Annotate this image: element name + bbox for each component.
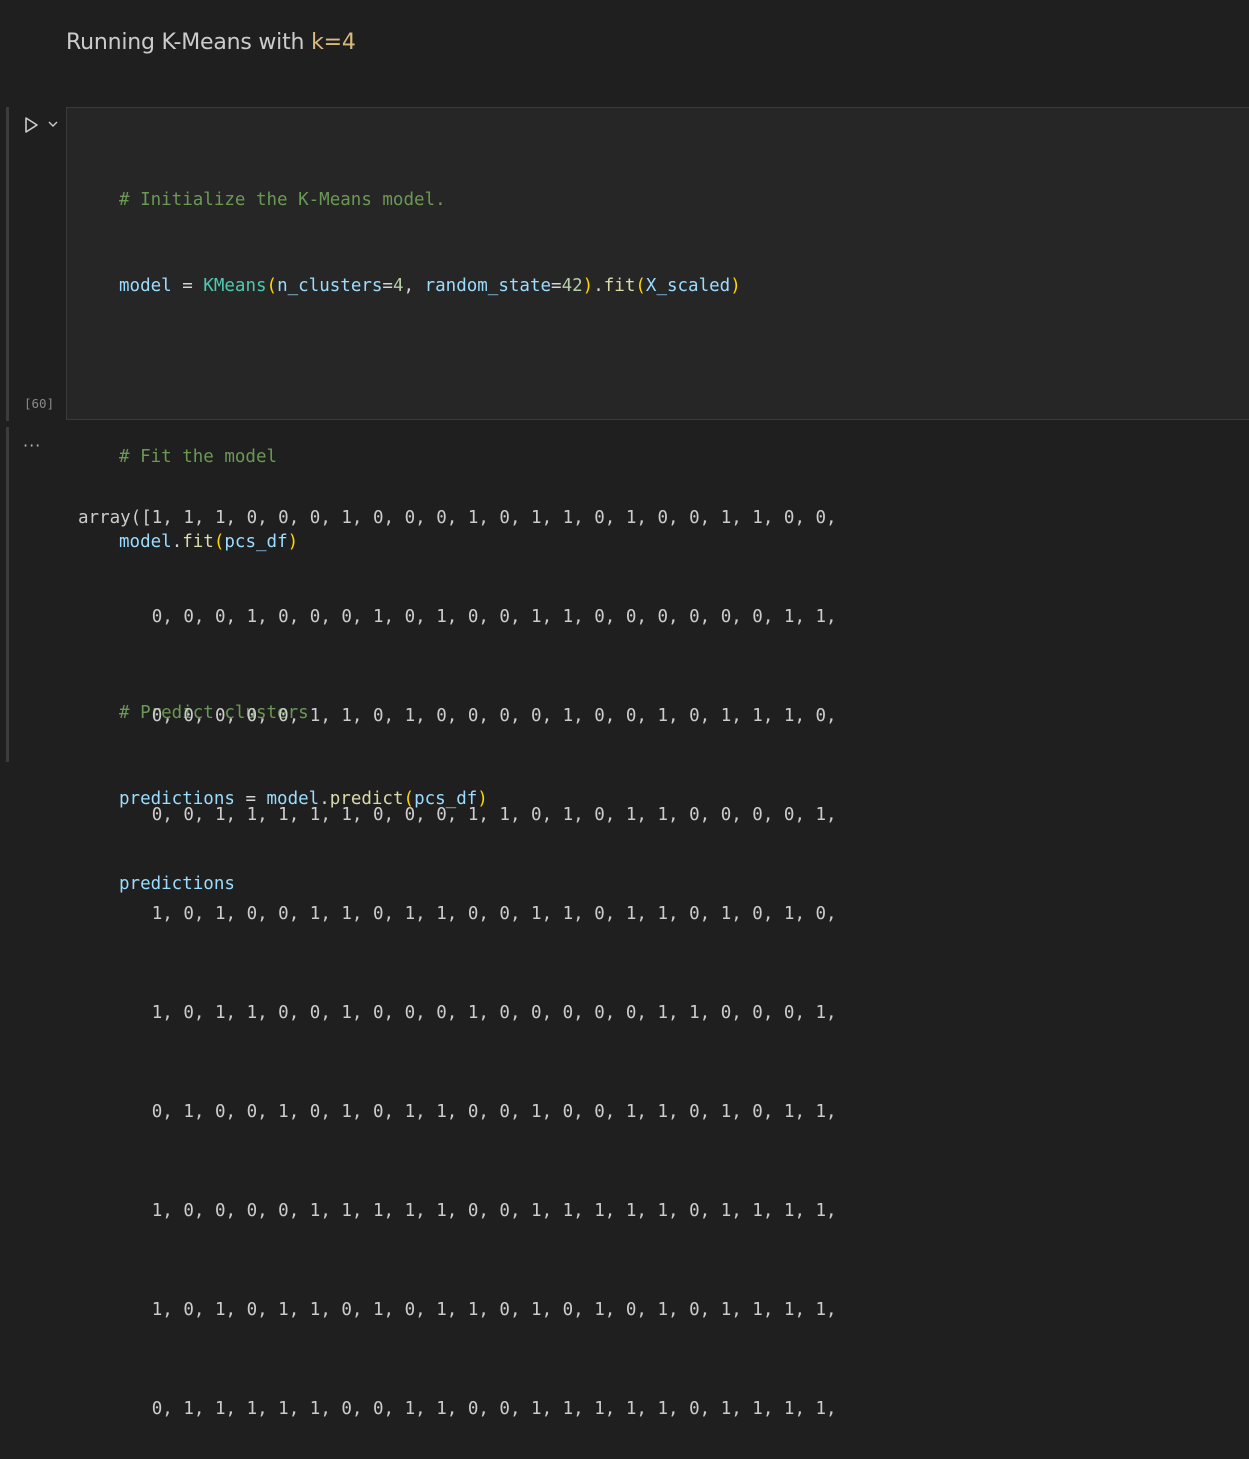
output-line: 1, 0, 0, 0, 0, 1, 1, 1, 1, 1, 0, 0, 1, 1… — [78, 1201, 837, 1221]
run-cell-button[interactable] — [19, 114, 43, 136]
chevron-down-icon — [48, 121, 58, 127]
execution-count: [60] — [24, 396, 55, 411]
code-line: model = KMeans(n_clusters=4, random_stat… — [119, 275, 741, 296]
heading-text: Running K-Means with — [66, 30, 312, 55]
output-more-actions-button[interactable]: ··· — [23, 436, 41, 455]
heading-inline-code: k=4 — [311, 30, 356, 55]
code-comment: # Initialize the K-Means model. — [119, 190, 446, 210]
code-line: # Initialize the K-Means model. — [119, 186, 741, 215]
output-line: 0, 0, 1, 1, 1, 1, 1, 0, 0, 0, 1, 1, 0, 1… — [78, 805, 837, 825]
output-focus-indicator — [6, 427, 9, 762]
output-line: 1, 0, 1, 0, 0, 1, 1, 0, 1, 1, 0, 0, 1, 1… — [78, 904, 837, 924]
output-line: 0, 0, 0, 0, 0, 1, 1, 0, 1, 0, 0, 0, 0, 1… — [78, 706, 837, 726]
run-options-button[interactable] — [45, 116, 61, 132]
cell-focus-indicator — [6, 107, 9, 421]
output-line: 0, 1, 0, 0, 1, 0, 1, 0, 1, 1, 0, 0, 1, 0… — [78, 1102, 837, 1122]
code-cell-editor[interactable]: # Initialize the K-Means model. model = … — [66, 107, 1249, 894]
output-line: 1, 0, 1, 1, 0, 0, 1, 0, 0, 0, 1, 0, 0, 0… — [78, 1003, 837, 1023]
output-line: 1, 0, 1, 0, 1, 1, 0, 1, 0, 1, 1, 0, 1, 0… — [78, 1300, 837, 1320]
output-line: array([1, 1, 1, 0, 0, 0, 1, 0, 0, 0, 1, … — [78, 508, 837, 528]
output-line: 0, 0, 0, 1, 0, 0, 0, 1, 0, 1, 0, 0, 1, 1… — [78, 607, 837, 627]
output-line: 0, 1, 1, 1, 1, 1, 0, 0, 1, 1, 0, 0, 1, 1… — [78, 1399, 837, 1419]
markdown-cell[interactable]: Running K-Means with k=4 — [0, 0, 1249, 95]
cell-output: array([1, 1, 1, 0, 0, 0, 1, 0, 0, 0, 1, … — [78, 436, 837, 1459]
markdown-heading: Running K-Means with k=4 — [66, 30, 356, 55]
play-icon — [25, 117, 38, 133]
